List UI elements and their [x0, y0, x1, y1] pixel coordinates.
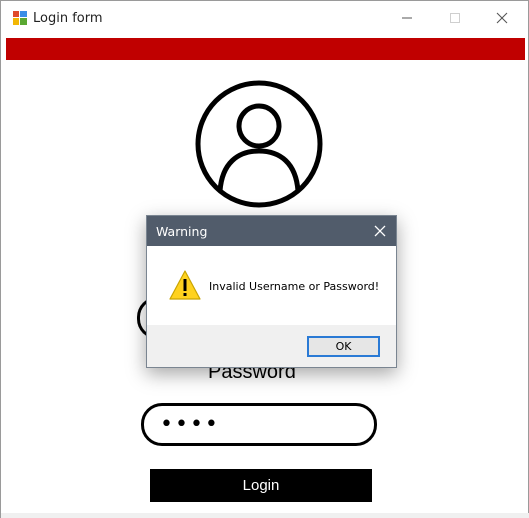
warning-icon — [168, 269, 202, 302]
header-accent-bar — [6, 38, 525, 60]
close-window-button[interactable] — [479, 1, 525, 34]
title-bar: Login form — [1, 1, 528, 34]
close-icon — [496, 12, 508, 23]
minimize-icon — [402, 17, 412, 18]
window-bottom-edge — [1, 513, 529, 518]
warning-dialog: Warning Invalid Username or Password! OK — [146, 215, 397, 368]
minimize-button[interactable] — [384, 1, 430, 34]
login-button[interactable]: Login — [150, 469, 372, 502]
dialog-message: Invalid Username or Password! — [209, 280, 380, 293]
maximize-icon — [450, 12, 460, 23]
user-circle-icon — [194, 79, 324, 209]
window-title: Login form — [33, 11, 103, 26]
app-icon — [13, 11, 27, 25]
dialog-title-bar: Warning — [147, 216, 396, 246]
maximize-button[interactable] — [432, 1, 478, 34]
ok-button[interactable]: OK — [307, 336, 380, 357]
close-icon — [374, 225, 386, 237]
dialog-close-button[interactable] — [364, 216, 396, 246]
dialog-footer: OK — [147, 325, 396, 367]
dialog-title: Warning — [156, 224, 208, 239]
password-field[interactable]: •••• — [141, 403, 377, 446]
